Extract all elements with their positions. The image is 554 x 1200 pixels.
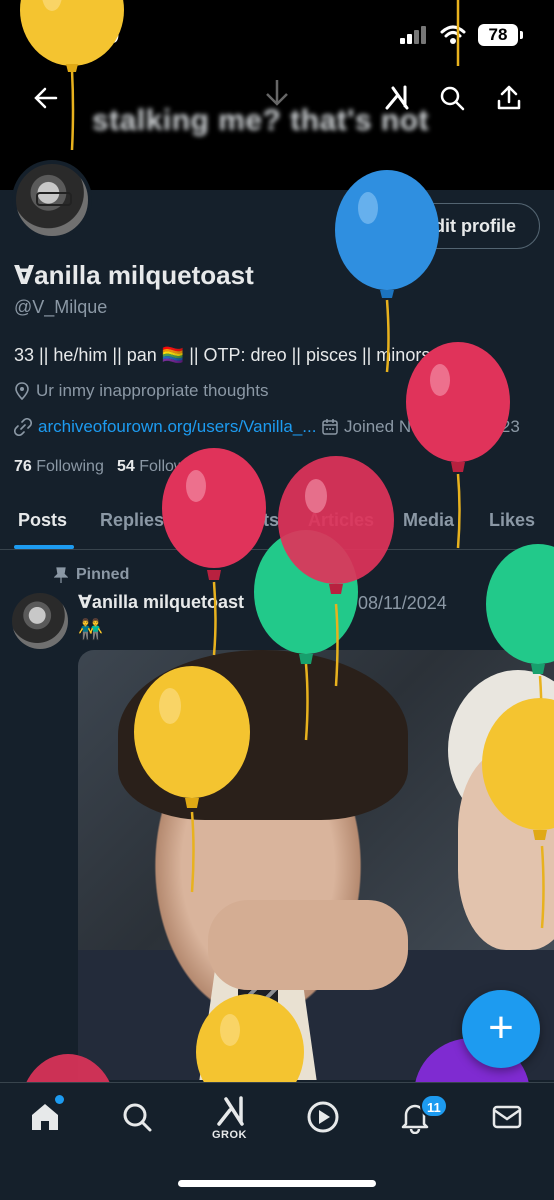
post-text: 👬 xyxy=(78,619,103,641)
back-arrow-icon[interactable] xyxy=(32,84,60,112)
edit-profile-button[interactable]: Edit profile xyxy=(398,203,540,249)
tab-posts[interactable]: Posts xyxy=(18,510,67,531)
profile-tabs: Posts Replies Highlights Articles Media … xyxy=(0,498,554,550)
battery-indicator: 78 xyxy=(478,24,523,46)
followers-link[interactable]: 54 Followers xyxy=(117,458,208,476)
profile-bio: 33 || he/him || pan 🏳️‍🌈 || OTP: dreo ||… xyxy=(14,345,467,365)
balloon-red-left xyxy=(162,448,266,656)
home-indicator xyxy=(178,1180,376,1187)
more-options-icon[interactable]: ··· xyxy=(516,592,534,613)
website-row[interactable]: archiveofourown.org/users/Vanilla_... xyxy=(14,417,316,437)
joined-row: Joined November 2023 xyxy=(322,417,520,437)
compose-button[interactable]: + xyxy=(462,990,540,1068)
pinned-label: Pinned xyxy=(76,566,130,583)
active-tab-indicator xyxy=(14,545,74,549)
down-arrow-icon xyxy=(266,80,288,106)
followers-label: Followers xyxy=(139,458,208,475)
post-author-name[interactable]: ∀anilla milquetoast xyxy=(78,592,244,613)
video-play-icon[interactable] xyxy=(306,1100,340,1134)
following-count: 76 xyxy=(14,458,32,475)
home-notification-dot xyxy=(55,1095,64,1104)
calendar-icon xyxy=(322,419,338,435)
tab-media[interactable]: Media xyxy=(403,510,454,531)
status-indicators: 78 xyxy=(400,24,523,46)
post-date: 08/11/2024 xyxy=(358,593,447,613)
signal-icon xyxy=(400,26,426,44)
wifi-icon xyxy=(440,25,466,44)
share-icon[interactable] xyxy=(495,84,523,112)
joined-text: Joined November 2023 xyxy=(344,417,520,436)
location-row: Ur inmy inappropriate thoughts xyxy=(14,381,268,401)
pinned-indicator: Pinned xyxy=(54,566,129,584)
search-nav-icon[interactable] xyxy=(120,1100,154,1134)
post-author-handle: @V_Milque xyxy=(256,593,350,613)
search-icon[interactable] xyxy=(438,84,466,112)
profile-avatar[interactable] xyxy=(12,160,92,240)
balloon-blue xyxy=(335,170,439,373)
location-pin-icon xyxy=(15,382,29,400)
link-icon xyxy=(14,418,32,436)
grok-label: GROK xyxy=(212,1129,247,1141)
home-icon[interactable] xyxy=(28,1100,62,1134)
image-hair xyxy=(118,650,408,820)
location-text: Ur inmy inappropriate thoughts xyxy=(36,381,269,400)
image-figure-face xyxy=(458,750,554,950)
followers-count: 54 xyxy=(117,458,135,475)
profile-handle: @V_Milque xyxy=(14,297,108,317)
tab-highlights[interactable]: Highlights xyxy=(191,510,279,531)
notifications-badge: 11 xyxy=(420,1094,448,1118)
tab-articles[interactable]: Articles xyxy=(308,510,374,531)
display-name: ∀anilla milquetoast xyxy=(14,260,254,290)
following-link[interactable]: 76 Following xyxy=(14,458,104,476)
pin-icon xyxy=(54,567,68,583)
website-link[interactable]: archiveofourown.org/users/Vanilla_... xyxy=(38,417,316,437)
banner-text: stalking me? that's not xyxy=(92,104,430,137)
following-label: Following xyxy=(36,458,104,475)
tab-likes[interactable]: Likes xyxy=(489,510,535,531)
messages-envelope-icon[interactable] xyxy=(490,1100,524,1134)
post-avatar[interactable] xyxy=(12,593,68,649)
tab-replies[interactable]: Replies xyxy=(100,510,164,531)
status-time: 10:29 xyxy=(58,22,120,49)
grok-icon[interactable] xyxy=(383,84,411,112)
grok-nav-icon[interactable] xyxy=(214,1096,248,1128)
image-hand xyxy=(208,900,408,990)
